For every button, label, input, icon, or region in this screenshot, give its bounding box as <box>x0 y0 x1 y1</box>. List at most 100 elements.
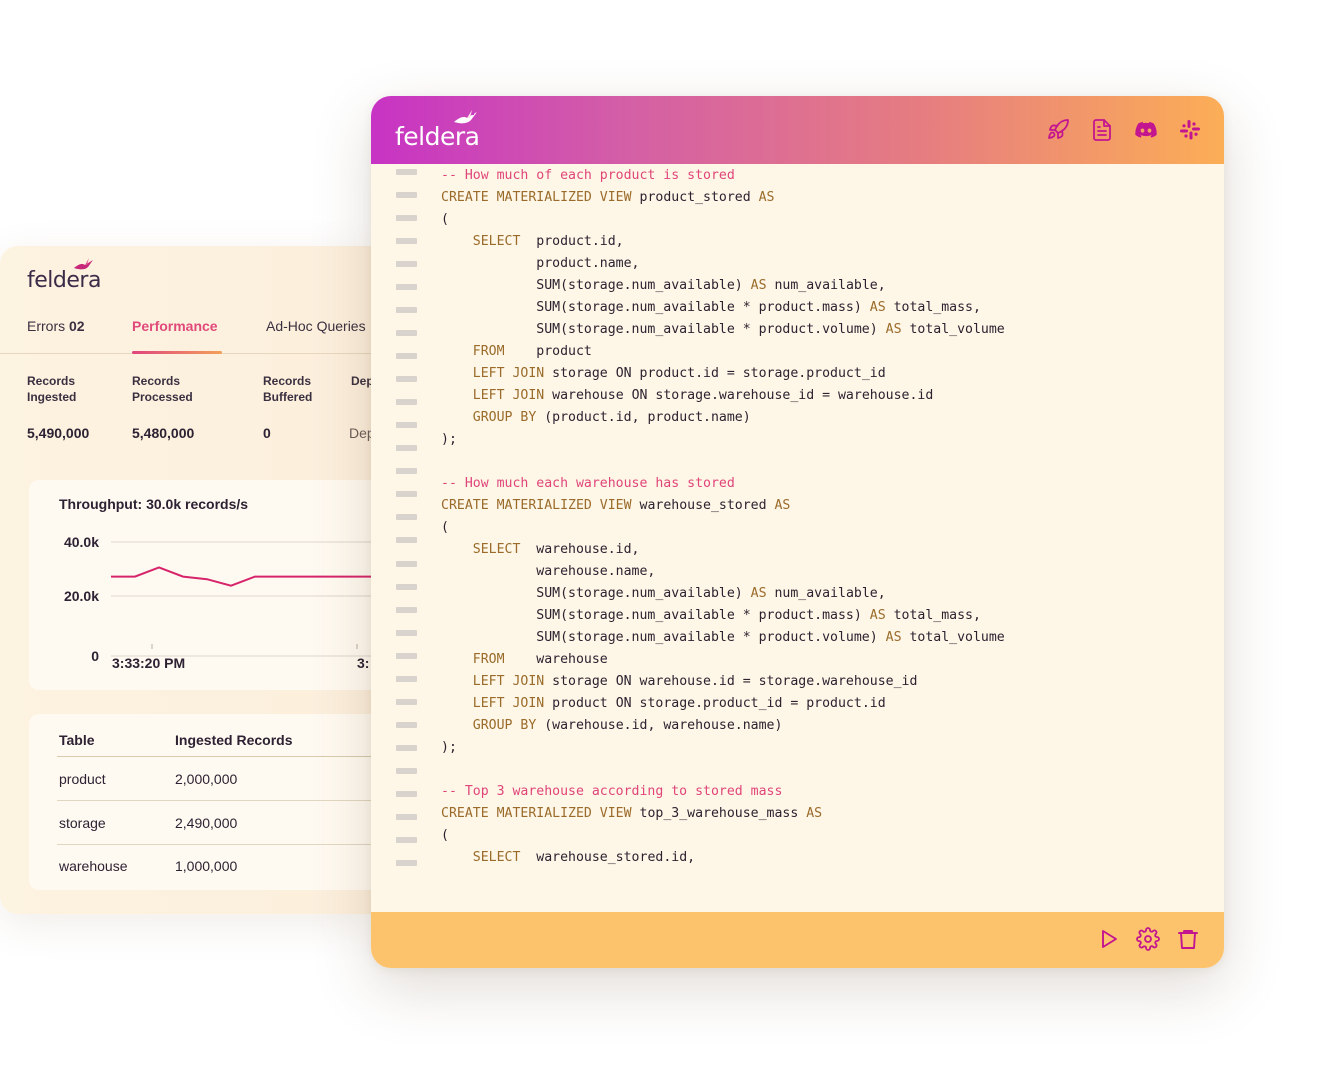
table-header-ingested: Ingested Records <box>175 732 293 748</box>
code-line: CREATE MATERIALIZED VIEW product_stored … <box>441 190 775 205</box>
throughput-series-line <box>111 566 372 587</box>
table-header-table: Table <box>59 732 95 748</box>
table-row-storage-count: 2,490,000 <box>175 815 238 831</box>
trash-icon[interactable] <box>1176 927 1200 951</box>
metric-value-processed: 5,480,000 <box>132 425 195 441</box>
table-row-storage-name: storage <box>59 815 106 831</box>
code-line: -- How much of each product is stored <box>441 168 735 183</box>
editor-header: feldera <box>371 96 1224 164</box>
code-line: SELECT warehouse.id, <box>472 542 640 557</box>
table-row-divider <box>57 800 372 801</box>
bird-logo-icon <box>454 110 477 124</box>
line-number-marker <box>396 675 417 682</box>
code-line: FROM product <box>472 344 592 359</box>
play-icon[interactable] <box>1096 927 1120 951</box>
code-line: SUM(storage.num_available) AS num_availa… <box>441 586 886 601</box>
code-line: CREATE MATERIALIZED VIEW warehouse_store… <box>441 498 791 513</box>
y-tick-label: 20.0k <box>64 588 99 604</box>
code-line: SUM(storage.num_available) AS num_availa… <box>441 278 886 293</box>
line-number-marker <box>396 284 417 291</box>
line-number-marker <box>396 560 417 567</box>
metric-label-buffered: Records Buffered <box>263 374 313 404</box>
code-line: ( <box>441 828 449 843</box>
metric-label-ingested: Records Ingested <box>27 374 77 404</box>
active-tab-indicator <box>132 351 222 354</box>
line-number-marker <box>396 215 417 222</box>
metric-label-processed: Records Processed <box>132 374 193 404</box>
code-line: SUM(storage.num_available * product.volu… <box>441 630 1005 645</box>
metric-value-buffered: 0 <box>263 425 271 441</box>
line-number-marker <box>396 399 417 406</box>
metric-value-ingested: 5,490,000 <box>27 425 90 441</box>
x-tick-label: 3: <box>357 655 369 671</box>
code-line: ); <box>441 432 457 447</box>
table-header-divider <box>57 756 372 757</box>
gear-icon[interactable] <box>1136 927 1160 951</box>
dashboard-tabs: Errors 02 Performance Ad-Hoc Queries <box>0 318 372 354</box>
line-number-marker <box>396 376 417 383</box>
code-line: ); <box>441 740 457 755</box>
code-line: ( <box>441 212 449 227</box>
code-line: SELECT warehouse_stored.id, <box>472 850 696 865</box>
line-number-marker <box>396 192 417 199</box>
table-row-product-count: 2,000,000 <box>175 771 238 787</box>
metric-label-dep: Dep <box>351 374 372 388</box>
line-number-marker <box>396 514 417 521</box>
editor-footer-toolbar <box>371 912 1224 968</box>
line-number-marker <box>396 330 417 337</box>
code-line: SUM(storage.num_available * product.mass… <box>441 300 981 315</box>
tab-errors-count: 02 <box>69 318 85 334</box>
discord-icon[interactable] <box>1134 118 1158 142</box>
line-number-marker <box>396 790 417 797</box>
table-row-warehouse-name: warehouse <box>59 858 128 874</box>
line-number-marker <box>396 629 417 636</box>
code-line: -- Top 3 warehouse according to stored m… <box>441 784 783 799</box>
line-number-marker <box>396 652 417 659</box>
line-number-marker <box>396 307 417 314</box>
code-line: SUM(storage.num_available * product.volu… <box>441 322 1005 337</box>
code-line: LEFT JOIN product ON storage.product_id … <box>472 696 886 711</box>
table-row-divider <box>57 844 372 845</box>
code-line: GROUP BY (product.id, product.name) <box>472 410 751 425</box>
table-row-product-name: product <box>59 771 106 787</box>
code-line: FROM warehouse <box>472 652 608 667</box>
code-line: ( <box>441 520 449 535</box>
line-number-marker <box>396 813 417 820</box>
code-line: warehouse.name, <box>441 564 656 579</box>
slack-icon[interactable] <box>1178 118 1202 142</box>
pipeline-dashboard-panel: feldera Errors 02 Performance Ad-Hoc Que… <box>0 246 372 914</box>
line-number-marker <box>396 353 417 360</box>
line-number-marker <box>396 583 417 590</box>
document-icon[interactable] <box>1090 118 1114 142</box>
tab-errors-label: Errors <box>27 318 66 334</box>
x-tick-label: 3:33:20 PM <box>112 655 185 671</box>
line-number-marker <box>396 606 417 613</box>
line-number-marker <box>396 445 417 452</box>
line-number-marker <box>396 491 417 498</box>
tab-adhoc-queries[interactable]: Ad-Hoc Queries <box>266 318 366 334</box>
line-number-marker <box>396 767 417 774</box>
line-number-marker <box>396 537 417 544</box>
tab-errors[interactable]: Errors 02 <box>27 318 85 334</box>
code-line: product.name, <box>441 256 640 271</box>
line-number-marker <box>396 744 417 751</box>
y-tick-label: 40.0k <box>64 534 99 550</box>
table-row-warehouse-count: 1,000,000 <box>175 858 238 874</box>
tab-performance[interactable]: Performance <box>132 318 218 334</box>
code-line: LEFT JOIN warehouse ON storage.warehouse… <box>472 388 934 403</box>
bird-logo-icon <box>74 258 93 270</box>
line-number-marker <box>396 261 417 268</box>
throughput-chart: 40.0k 20.0k 0 3:33:20 PM 3: <box>64 534 372 671</box>
code-line: SELECT product.id, <box>472 234 624 249</box>
rocket-icon[interactable] <box>1046 118 1070 142</box>
ingestion-table: Table Ingested Records product 2,000,000… <box>29 714 372 890</box>
code-line: LEFT JOIN storage ON product.id = storag… <box>472 366 886 381</box>
sql-editor-window: feldera -- How much of each product is s… <box>371 96 1224 968</box>
code-line: LEFT JOIN storage ON warehouse.id = stor… <box>472 674 918 689</box>
code-line: -- How much each warehouse has stored <box>441 476 735 491</box>
line-number-marker <box>396 836 417 843</box>
line-number-marker <box>396 468 417 475</box>
line-number-marker <box>396 169 417 175</box>
code-line: GROUP BY (warehouse.id, warehouse.name) <box>472 718 783 733</box>
line-number-marker <box>396 698 417 705</box>
